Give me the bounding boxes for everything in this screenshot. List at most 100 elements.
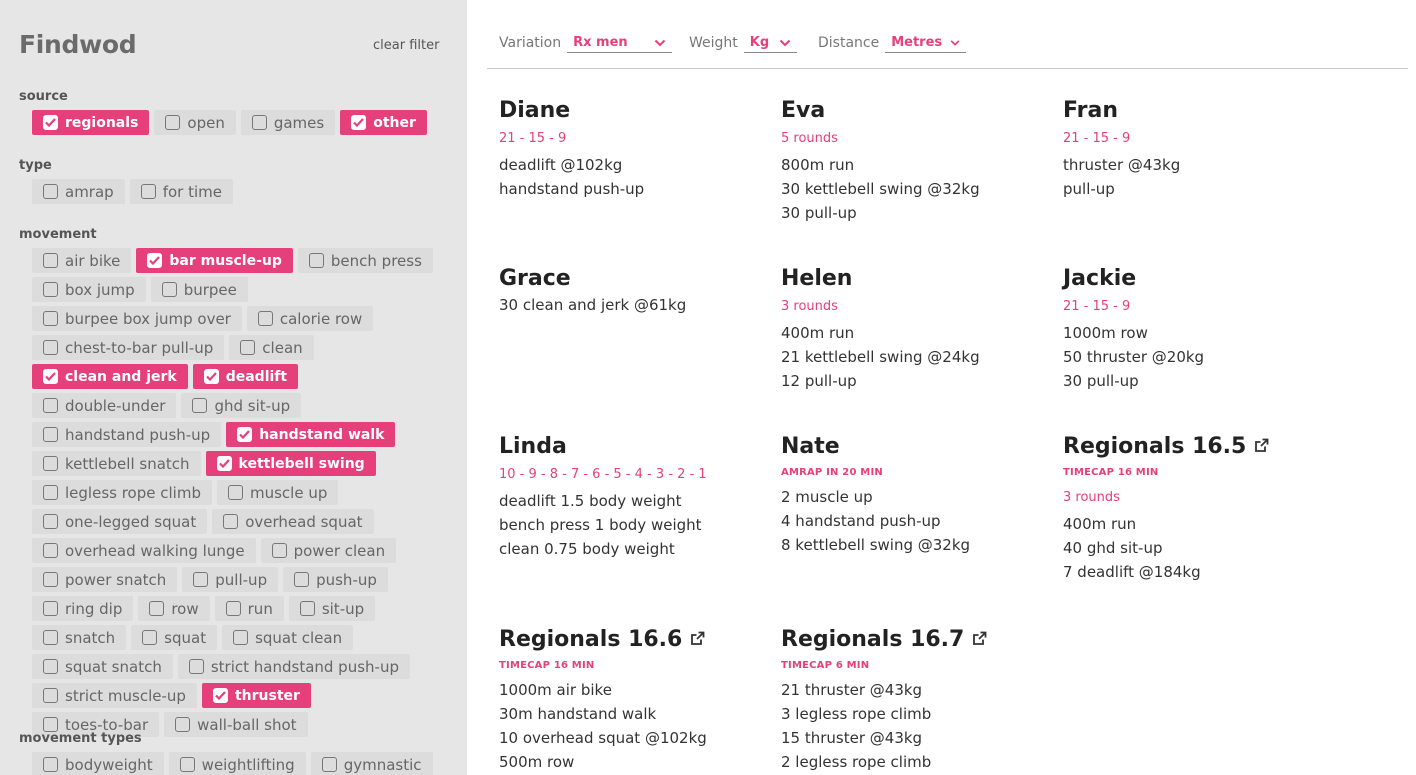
filter-chip-push-up[interactable]: push-up bbox=[283, 567, 388, 592]
filter-chip-label: amrap bbox=[65, 182, 114, 201]
filter-chip-burpee[interactable]: burpee bbox=[150, 277, 248, 302]
filter-sidebar: Findwod clear filter source regionals ope… bbox=[0, 0, 467, 775]
filter-chip-sit-up[interactable]: sit-up bbox=[288, 596, 376, 621]
checkbox-icon bbox=[233, 630, 249, 645]
workout-card-nate: Nate AMRAP IN 20 MIN 2 muscle up 4 handstan… bbox=[781, 434, 1041, 557]
workout-scheme: 10 - 9 - 8 - 7 - 6 - 5 - 4 - 3 - 2 - 1 bbox=[499, 467, 707, 482]
filter-chip-squat[interactable]: squat bbox=[131, 625, 218, 650]
filter-chip-ring-dip[interactable]: ring dip bbox=[32, 596, 134, 621]
workout-scheme: 5 rounds bbox=[781, 131, 838, 146]
checkbox-icon bbox=[43, 282, 58, 297]
filter-chip-squat-snatch[interactable]: squat snatch bbox=[32, 654, 173, 679]
filter-chip-clean[interactable]: clean bbox=[229, 335, 314, 360]
checkbox-icon bbox=[223, 514, 239, 529]
movement-line: 30 pull-up bbox=[781, 204, 857, 222]
filter-chip-double-under[interactable]: double-under bbox=[32, 393, 177, 418]
variation-select[interactable]: Rx men bbox=[567, 33, 673, 53]
filter-chip-air-bike[interactable]: air bike bbox=[32, 248, 132, 273]
movement-line: 21 thruster @43kg bbox=[781, 681, 923, 699]
filter-chip-for-time[interactable]: for time bbox=[129, 179, 233, 204]
filter-chip-wall-ball-shot[interactable]: wall-ball shot bbox=[164, 712, 308, 737]
filter-chip-label: squat clean bbox=[255, 628, 343, 647]
filter-chip-chest-to-bar-pull-up[interactable]: chest-to-bar pull-up bbox=[32, 335, 225, 360]
filter-chip-thruster[interactable]: thruster bbox=[201, 683, 311, 708]
filter-chip-bodyweight[interactable]: bodyweight bbox=[32, 752, 164, 775]
external-link-icon[interactable] bbox=[1254, 434, 1269, 459]
clear-filter-link[interactable]: clear filter bbox=[373, 38, 439, 53]
checkbox-checked-icon bbox=[351, 115, 367, 130]
workout-timecap: TIMECAP 16 MIN bbox=[499, 660, 595, 671]
workout-timecap: TIMECAP 6 MIN bbox=[781, 660, 870, 671]
movement-line: 500m row bbox=[499, 753, 575, 771]
checkbox-icon bbox=[227, 485, 243, 500]
filter-chip-one-legged-squat[interactable]: one-legged squat bbox=[32, 509, 208, 534]
workout-movements: deadlift 1.5 body weight bench press 1 bo… bbox=[499, 489, 759, 561]
filter-chip-regionals[interactable]: regionals bbox=[32, 110, 150, 135]
checkbox-icon bbox=[175, 717, 191, 732]
filter-chip-overhead-squat[interactable]: overhead squat bbox=[212, 509, 374, 534]
filter-chip-clean-and-jerk[interactable]: clean and jerk bbox=[32, 364, 188, 389]
filter-chip-strict-muscle-up[interactable]: strict muscle-up bbox=[32, 683, 197, 708]
checkbox-icon bbox=[321, 757, 337, 772]
weight-filter: Weight Kg bbox=[689, 33, 797, 53]
weight-select[interactable]: Kg bbox=[743, 33, 797, 53]
filter-chip-run[interactable]: run bbox=[214, 596, 284, 621]
workout-title: Regionals 16.6 bbox=[499, 627, 759, 652]
filter-chip-handstand-push-up[interactable]: handstand push-up bbox=[32, 422, 222, 447]
filter-chip-pull-up[interactable]: pull-up bbox=[182, 567, 279, 592]
filter-chip-kettlebell-swing[interactable]: kettlebell swing bbox=[205, 451, 376, 476]
filter-chip-open[interactable]: open bbox=[154, 110, 236, 135]
filter-chip-ghd-sit-up[interactable]: ghd sit-up bbox=[181, 393, 302, 418]
filter-chip-power-clean[interactable]: power clean bbox=[260, 538, 397, 563]
filter-chip-squat-clean[interactable]: squat clean bbox=[222, 625, 354, 650]
filter-chip-muscle-up[interactable]: muscle up bbox=[216, 480, 339, 505]
movement-line: pull-up bbox=[1063, 180, 1115, 198]
movement-line: 30 kettlebell swing @32kg bbox=[781, 180, 980, 198]
filter-chip-label: air bike bbox=[65, 251, 121, 270]
filter-chip-power-snatch[interactable]: power snatch bbox=[32, 567, 178, 592]
movement-line: bench press 1 body weight bbox=[499, 516, 702, 534]
movement-line: 800m run bbox=[781, 156, 855, 174]
filter-chip-amrap[interactable]: amrap bbox=[32, 179, 125, 204]
distance-filter: Distance Metres bbox=[818, 33, 967, 53]
external-link-icon[interactable] bbox=[690, 627, 705, 652]
filter-chip-gymnastic[interactable]: gymnastic bbox=[310, 752, 433, 775]
checkbox-icon bbox=[294, 572, 310, 587]
movement-line: 8 kettlebell swing @32kg bbox=[781, 536, 971, 554]
movement-line: handstand push-up bbox=[499, 180, 645, 198]
checkbox-icon bbox=[161, 282, 177, 297]
filter-chip-other[interactable]: other bbox=[340, 110, 427, 135]
filter-chip-label: snatch bbox=[65, 628, 116, 647]
checkbox-icon bbox=[149, 601, 165, 616]
filter-chip-calorie-row[interactable]: calorie row bbox=[246, 306, 374, 331]
filter-chip-label: power clean bbox=[293, 541, 386, 560]
workout-name: Fran bbox=[1063, 98, 1118, 123]
movement-line: 30 clean and jerk @61kg bbox=[499, 296, 687, 314]
filter-chip-handstand-walk[interactable]: handstand walk bbox=[226, 422, 396, 447]
filter-chip-bar-muscle-up[interactable]: bar muscle-up bbox=[136, 248, 293, 273]
filter-chip-bench-press[interactable]: bench press bbox=[297, 248, 433, 273]
filter-chip-legless-rope-climb[interactable]: legless rope climb bbox=[32, 480, 212, 505]
checkbox-icon bbox=[43, 543, 58, 558]
checkbox-icon bbox=[43, 456, 58, 471]
filter-chip-label: clean and jerk bbox=[65, 368, 177, 385]
workout-movements: 21 thruster @43kg 3 legless rope climb 15 … bbox=[781, 678, 1041, 774]
filter-chip-deadlift[interactable]: deadlift bbox=[192, 364, 299, 389]
filter-chip-burpee-box-jump-over[interactable]: burpee box jump over bbox=[32, 306, 242, 331]
external-link-icon[interactable] bbox=[972, 627, 987, 652]
filter-chip-weightlifting[interactable]: weightlifting bbox=[168, 752, 306, 775]
distance-label: Distance bbox=[818, 35, 880, 51]
filter-chip-box-jump[interactable]: box jump bbox=[32, 277, 146, 302]
checkbox-icon bbox=[308, 253, 324, 268]
filter-chip-label: power snatch bbox=[65, 570, 167, 589]
movement-line: 30 pull-up bbox=[1063, 372, 1139, 390]
filter-chip-kettlebell-snatch[interactable]: kettlebell snatch bbox=[32, 451, 201, 476]
checkbox-icon bbox=[43, 688, 58, 703]
filter-chip-snatch[interactable]: snatch bbox=[32, 625, 127, 650]
filter-chip-strict-handstand-push-up[interactable]: strict handstand push-up bbox=[177, 654, 410, 679]
filter-chip-row[interactable]: row bbox=[138, 596, 210, 621]
filter-chip-overhead-walking-lunge[interactable]: overhead walking lunge bbox=[32, 538, 256, 563]
filter-chip-label: gymnastic bbox=[343, 755, 422, 774]
distance-select[interactable]: Metres bbox=[885, 33, 967, 53]
filter-chip-games[interactable]: games bbox=[240, 110, 336, 135]
